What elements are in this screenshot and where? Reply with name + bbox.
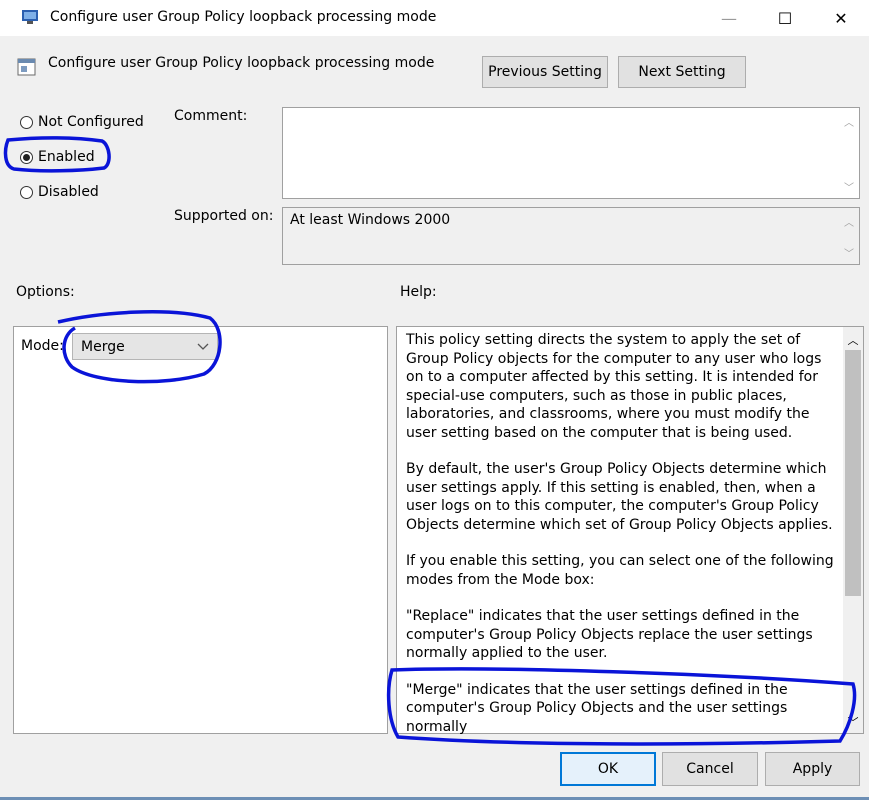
supported-on-value: At least Windows 2000 [290, 212, 451, 228]
scroll-up-icon[interactable]: ︿ [841, 114, 857, 129]
help-text: This policy setting directs the system t… [406, 331, 838, 754]
comment-label: Comment: [174, 108, 248, 124]
previous-setting-button[interactable]: Previous Setting [482, 56, 608, 88]
supported-on-label: Supported on: [174, 208, 274, 224]
help-paragraph: This policy setting directs the system t… [406, 332, 822, 441]
help-paragraph: If you enable this setting, you can sele… [406, 553, 834, 588]
help-paragraph: By default, the user's Group Policy Obje… [406, 461, 833, 533]
scroll-down-icon[interactable]: ﹀ [841, 245, 857, 260]
policy-app-icon [22, 10, 38, 24]
ok-button[interactable]: OK [560, 752, 656, 786]
policy-name: Configure user Group Policy loopback pro… [48, 55, 435, 71]
scroll-down-icon[interactable]: ﹀ [843, 714, 863, 730]
apply-button[interactable]: Apply [765, 752, 860, 786]
options-panel [13, 326, 388, 734]
policy-setting-icon [17, 58, 36, 76]
radio-circle-selected [20, 150, 33, 164]
radio-circle [20, 185, 33, 199]
window-title: Configure user Group Policy loopback pro… [50, 9, 437, 25]
maximize-button[interactable]: ☐ [756, 0, 814, 36]
mode-dropdown[interactable]: Merge [72, 333, 218, 360]
cancel-button[interactable]: Cancel [662, 752, 758, 786]
radio-label: Disabled [38, 184, 99, 200]
scroll-up-icon[interactable]: ︿ [841, 214, 857, 229]
chevron-down-icon [197, 343, 209, 350]
close-button[interactable]: ✕ [812, 0, 869, 36]
scroll-down-icon[interactable]: ﹀ [841, 179, 857, 194]
radio-label: Not Configured [38, 114, 144, 130]
mode-label: Mode: [21, 338, 64, 354]
help-paragraph: "Merge" indicates that the user settings… [406, 681, 788, 735]
radio-enabled[interactable]: Enabled [20, 149, 95, 165]
radio-circle [20, 115, 33, 129]
comment-textarea[interactable]: ︿ ﹀ [282, 107, 860, 199]
radio-label: Enabled [38, 149, 95, 165]
scroll-up-icon[interactable]: ︿ [843, 332, 863, 348]
help-scrollbar-thumb[interactable] [845, 350, 861, 596]
minimize-button[interactable]: — [700, 0, 758, 36]
help-label: Help: [400, 284, 437, 300]
help-paragraph: "Replace" indicates that the user settin… [406, 608, 813, 661]
radio-not-configured[interactable]: Not Configured [20, 114, 144, 130]
mode-selected-value: Merge [81, 338, 125, 355]
radio-disabled[interactable]: Disabled [20, 184, 99, 200]
next-setting-button[interactable]: Next Setting [618, 56, 746, 88]
options-label: Options: [16, 284, 75, 300]
